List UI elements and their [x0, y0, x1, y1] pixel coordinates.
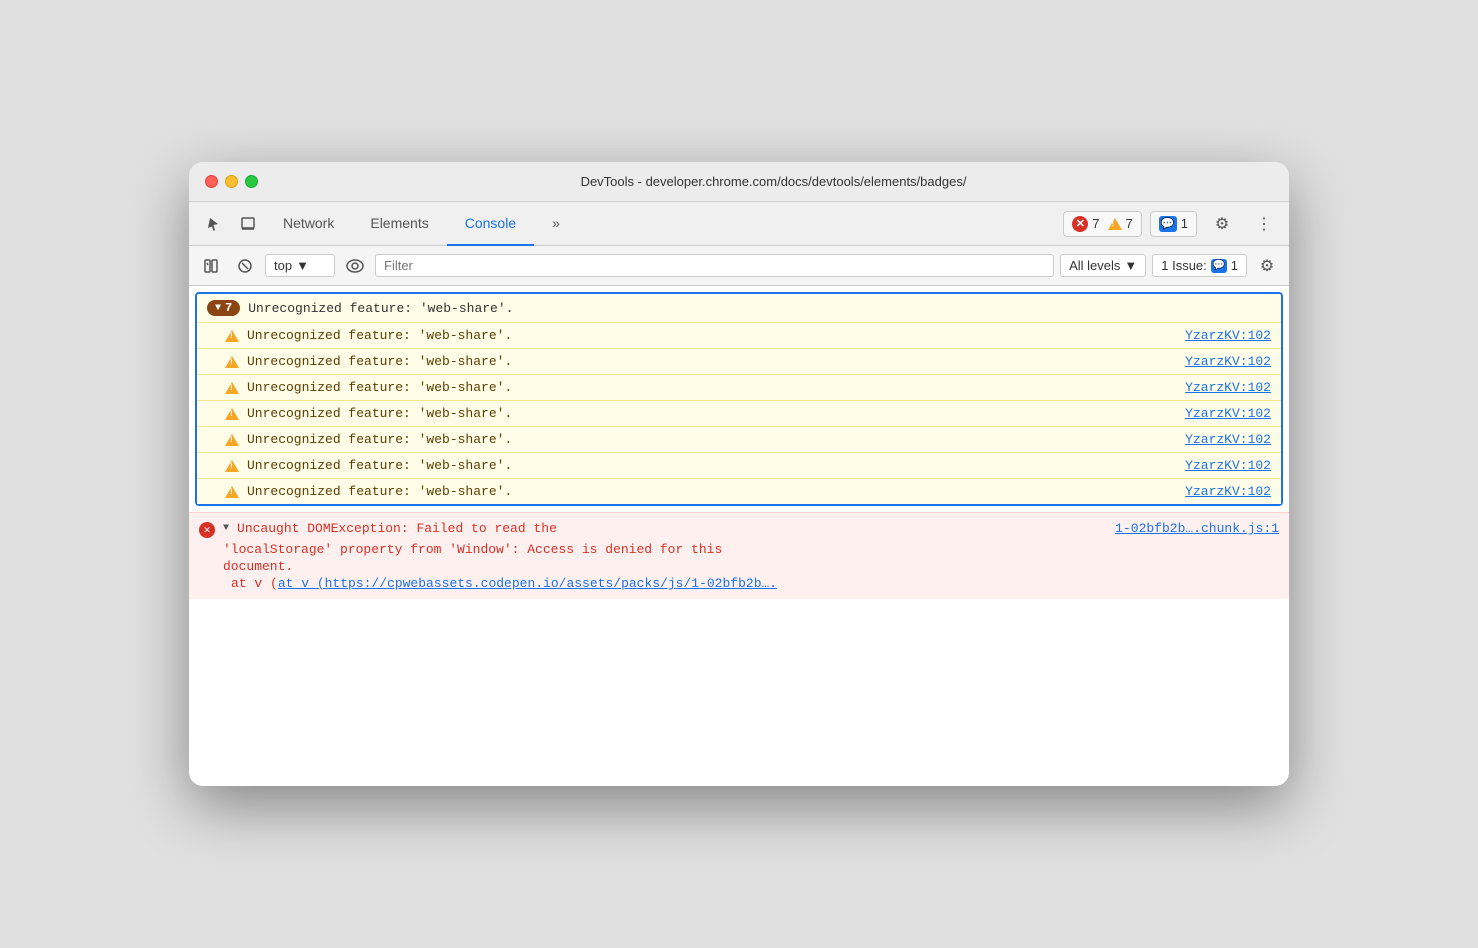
- warning-row: Unrecognized feature: 'web-share'. Yzarz…: [197, 400, 1281, 426]
- warning-link[interactable]: YzarzKV:102: [1185, 380, 1271, 395]
- more-options-icon[interactable]: ⋮: [1247, 207, 1281, 241]
- error-stack-text: at v (: [231, 576, 278, 591]
- warning-link[interactable]: YzarzKV:102: [1185, 354, 1271, 369]
- warning-text: Unrecognized feature: 'web-share'.: [247, 484, 1177, 499]
- warning-triangle-icon: !: [1108, 218, 1122, 230]
- levels-arrow-icon: ▼: [1124, 258, 1137, 273]
- chat-count: 1: [1181, 216, 1188, 231]
- error-source-link[interactable]: 1-02bfb2b….chunk.js:1: [1115, 521, 1279, 536]
- group-header-text: Unrecognized feature: 'web-share'.: [248, 301, 513, 316]
- tab-elements[interactable]: Elements: [352, 202, 446, 246]
- title-bar: DevTools - developer.chrome.com/docs/dev…: [189, 162, 1289, 202]
- warning-link[interactable]: YzarzKV:102: [1185, 458, 1271, 473]
- cursor-icon[interactable]: [197, 207, 231, 241]
- warning-link[interactable]: YzarzKV:102: [1185, 432, 1271, 447]
- warning-row: Unrecognized feature: 'web-share'. Yzarz…: [197, 348, 1281, 374]
- warning-row: Unrecognized feature: 'web-share'. Yzarz…: [197, 452, 1281, 478]
- tab-network[interactable]: Network: [265, 202, 352, 246]
- console-toolbar: top ▼ All levels ▼ 1 Issue: 💬 1 ⚙: [189, 246, 1289, 286]
- console-output[interactable]: ▼ 7 Unrecognized feature: 'web-share'. U…: [189, 286, 1289, 786]
- error-icon: ✕: [1072, 216, 1088, 232]
- warning-text: Unrecognized feature: 'web-share'.: [247, 432, 1177, 447]
- close-button[interactable]: [205, 175, 218, 188]
- group-count: 7: [225, 301, 232, 315]
- warning-icon: [225, 382, 239, 394]
- warning-row: Unrecognized feature: 'web-share'. Yzarz…: [197, 322, 1281, 348]
- warning-row: Unrecognized feature: 'web-share'. Yzarz…: [197, 426, 1281, 452]
- warning-icon: [225, 486, 239, 498]
- warning-link[interactable]: YzarzKV:102: [1185, 406, 1271, 421]
- warning-count: 7: [1126, 216, 1133, 231]
- warning-icon: [225, 408, 239, 420]
- warning-link[interactable]: YzarzKV:102: [1185, 328, 1271, 343]
- warning-row: Unrecognized feature: 'web-share'. Yzarz…: [197, 374, 1281, 400]
- chat-icon: 💬: [1159, 216, 1177, 232]
- warning-text: Unrecognized feature: 'web-share'.: [247, 380, 1177, 395]
- clear-console-icon[interactable]: [231, 252, 259, 280]
- warning-group-header[interactable]: ▼ 7 Unrecognized feature: 'web-share'.: [197, 294, 1281, 322]
- traffic-lights: [205, 175, 258, 188]
- warning-icon: [225, 356, 239, 368]
- error-section: ✕ ▼ Uncaught DOMException: Failed to rea…: [189, 512, 1289, 599]
- devtools-window: DevTools - developer.chrome.com/docs/dev…: [189, 162, 1289, 786]
- warning-icon: [225, 330, 239, 342]
- error-main-text: Uncaught DOMException: Failed to read th…: [237, 521, 1107, 536]
- warning-text: Unrecognized feature: 'web-share'.: [247, 458, 1177, 473]
- chat-badge[interactable]: 💬 1: [1150, 211, 1197, 237]
- filter-input[interactable]: [375, 254, 1054, 277]
- warning-icon: [225, 460, 239, 472]
- collapse-arrow-icon: ▼: [215, 303, 221, 314]
- inspect-icon[interactable]: [231, 207, 265, 241]
- warning-row: Unrecognized feature: 'web-share'. Yzarz…: [197, 478, 1281, 504]
- eye-icon[interactable]: [341, 252, 369, 280]
- settings-icon[interactable]: ⚙: [1205, 207, 1239, 241]
- error-count: 7: [1092, 216, 1099, 231]
- tab-console[interactable]: Console: [447, 202, 534, 246]
- maximize-button[interactable]: [245, 175, 258, 188]
- badges-area: ✕ 7 ! 7 💬 1 ⚙ ⋮: [1063, 207, 1281, 241]
- collapse-badge[interactable]: ▼ 7: [207, 300, 240, 316]
- issues-count: 1: [1231, 258, 1238, 273]
- issues-button[interactable]: 1 Issue: 💬 1: [1152, 254, 1247, 277]
- levels-label: All levels: [1069, 258, 1120, 273]
- error-stack-link[interactable]: at v (https://cpwebassets.codepen.io/ass…: [278, 576, 777, 591]
- tab-more[interactable]: »: [534, 202, 578, 246]
- expand-error-icon[interactable]: ▼: [223, 523, 229, 534]
- error-detail-1: 'localStorage' property from 'Window': A…: [199, 542, 1279, 557]
- issues-chat-icon: 💬: [1211, 259, 1227, 273]
- error-detail-2: document.: [199, 559, 1279, 574]
- sidebar-toggle-icon[interactable]: [197, 252, 225, 280]
- context-dropdown[interactable]: top ▼: [265, 254, 335, 277]
- error-circle-icon: ✕: [199, 522, 215, 538]
- devtools-tab-bar: Network Elements Console » ✕ 7 ! 7 💬 1 ⚙…: [189, 202, 1289, 246]
- context-label: top: [274, 258, 292, 273]
- warning-link[interactable]: YzarzKV:102: [1185, 484, 1271, 499]
- warning-text: Unrecognized feature: 'web-share'.: [247, 354, 1177, 369]
- error-header: ✕ ▼ Uncaught DOMException: Failed to rea…: [199, 521, 1279, 538]
- console-settings-icon[interactable]: ⚙: [1253, 252, 1281, 280]
- error-stack: at v (at v (https://cpwebassets.codepen.…: [199, 576, 1279, 591]
- warning-group: ▼ 7 Unrecognized feature: 'web-share'. U…: [195, 292, 1283, 506]
- levels-dropdown[interactable]: All levels ▼: [1060, 254, 1146, 277]
- warning-text: Unrecognized feature: 'web-share'.: [247, 328, 1177, 343]
- issues-label: 1 Issue:: [1161, 258, 1207, 273]
- error-badge[interactable]: ✕ 7 ! 7: [1063, 211, 1141, 237]
- window-title: DevTools - developer.chrome.com/docs/dev…: [274, 174, 1273, 189]
- dropdown-arrow-icon: ▼: [296, 258, 309, 273]
- minimize-button[interactable]: [225, 175, 238, 188]
- warning-text: Unrecognized feature: 'web-share'.: [247, 406, 1177, 421]
- warning-icon: [225, 434, 239, 446]
